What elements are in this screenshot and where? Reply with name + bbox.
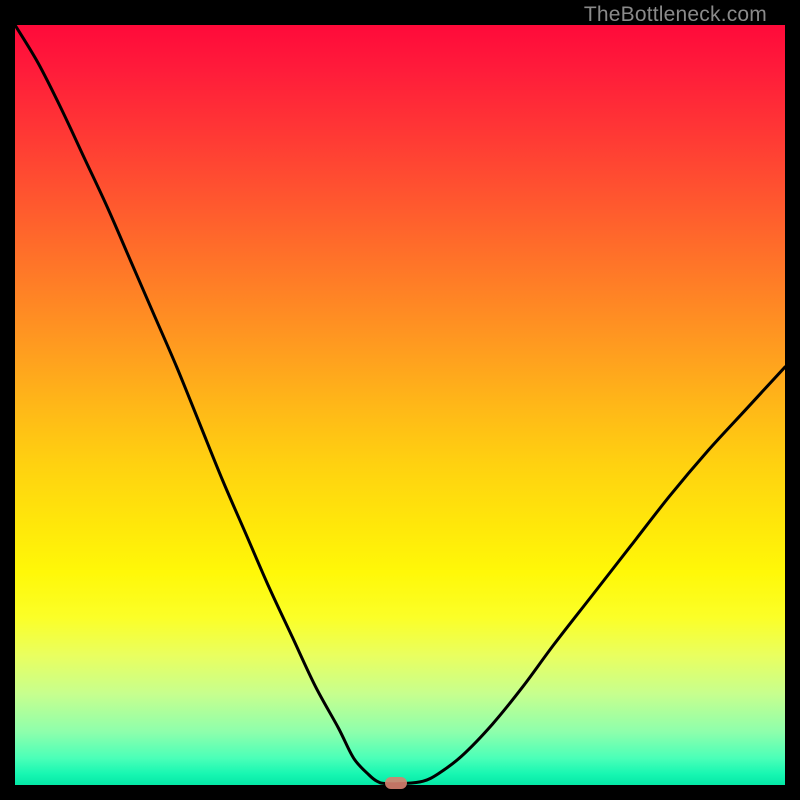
optimal-point-marker: [385, 777, 407, 789]
gradient-plot-area: [15, 25, 785, 785]
watermark-text: TheBottleneck.com: [584, 3, 767, 27]
bottleneck-curve: [15, 25, 785, 785]
chart-frame: TheBottleneck.com: [15, 0, 785, 785]
